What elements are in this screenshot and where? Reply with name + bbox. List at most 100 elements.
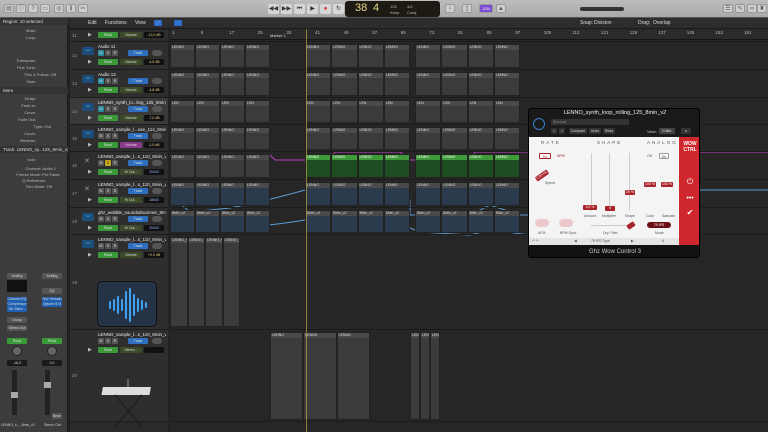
fast-forward-button[interactable]: ▶▶: [281, 4, 292, 14]
strip1-eq-thumbnail[interactable]: [7, 280, 27, 292]
record-enable-button[interactable]: R: [112, 160, 118, 166]
multiplier-value[interactable]: 5: [605, 206, 615, 211]
insp-curve[interactable]: Curve:: [2, 110, 66, 115]
region[interactable]: LEN: [441, 100, 468, 123]
prev-type-icon[interactable]: ◀: [574, 239, 577, 243]
region[interactable]: LENNO: [357, 154, 384, 178]
bypass-power-icon[interactable]: ⏻: [679, 177, 699, 187]
track-pan-knob[interactable]: [152, 78, 162, 84]
afm-toggle[interactable]: [535, 219, 549, 227]
automation-value[interactable]: 20000: [144, 169, 164, 175]
track-name[interactable]: LENNO_sample_l...s_110_8min_v2_3: [98, 237, 166, 242]
automation-value[interactable]: -4,8 dB: [144, 87, 164, 93]
track-button[interactable]: Track: [128, 338, 148, 344]
track-pan-knob[interactable]: [152, 160, 162, 166]
region[interactable]: LENNO: [170, 154, 195, 178]
region[interactable]: LENNO: [467, 44, 494, 68]
solo-button[interactable]: S: [105, 106, 111, 112]
automation-parameter[interactable]: Volume: [120, 142, 142, 148]
region[interactable]: LENNO: [441, 72, 468, 96]
region[interactable]: LENNO: [420, 332, 430, 420]
snap-select[interactable]: Division: [594, 20, 612, 26]
region[interactable]: LENNO: [170, 72, 195, 96]
region[interactable]: LENNO: [467, 72, 494, 96]
region[interactable]: LENNO: [441, 127, 468, 150]
automation-parameter[interactable]: Volume: [120, 252, 142, 258]
automation-mode[interactable]: Read: [98, 87, 118, 93]
record-enable-button[interactable]: R: [112, 216, 118, 222]
track-pan-knob[interactable]: [152, 133, 162, 139]
disclosure-icon[interactable]: ▶: [88, 115, 92, 121]
functions-menu[interactable]: Functions: [105, 20, 127, 26]
insp-icon[interactable]: Icon:: [2, 157, 66, 162]
region[interactable]: 8Min_v2: [467, 210, 494, 233]
region[interactable]: LENNO: [245, 44, 270, 68]
automation-mode[interactable]: Read: [98, 197, 118, 203]
automation-value[interactable]: 18600: [144, 197, 164, 203]
check-icon[interactable]: ✔: [679, 208, 699, 217]
region[interactable]: LEN: [170, 100, 195, 123]
automation-mode[interactable]: Read: [98, 347, 118, 353]
cpu-badge[interactable]: 1234: [479, 4, 493, 13]
amount-value[interactable]: 3,0 %: [583, 205, 597, 210]
automation-parameter[interactable]: Hi Cut...: [120, 197, 142, 203]
track-button[interactable]: Track: [128, 216, 148, 222]
disclosure-icon[interactable]: ▶: [88, 169, 92, 175]
amount-slider[interactable]: [591, 153, 592, 211]
mute-button[interactable]: M: [98, 106, 104, 112]
rate-hz-button[interactable]: Hz: [539, 153, 551, 159]
view-select[interactable]: Editor: [659, 128, 675, 134]
region[interactable]: LENNO: [331, 44, 358, 68]
region[interactable]: LENNO: [493, 127, 520, 150]
disclosure-icon[interactable]: ▶: [88, 32, 92, 38]
solo-button[interactable]: S: [105, 188, 111, 194]
region[interactable]: LENNO: [195, 72, 220, 96]
insp-delay[interactable]: Delay:: [2, 96, 66, 101]
region[interactable]: 8Min_v2: [493, 210, 520, 233]
shape-value[interactable]: 25 %: [625, 190, 635, 195]
solo-button[interactable]: S: [105, 243, 111, 249]
flex-toggle[interactable]: ⫶: [174, 20, 182, 26]
loop-browser-icon[interactable]: ∞: [747, 4, 757, 13]
insp-freeze[interactable]: Freeze Mode: Pre Fader: [2, 172, 66, 177]
mute-button[interactable]: M: [98, 78, 104, 84]
track-name[interactable]: Audio 13: [98, 72, 166, 77]
region[interactable]: LENNO: [336, 332, 370, 420]
mute-button[interactable]: M: [98, 188, 104, 194]
track-pan-knob[interactable]: [152, 50, 162, 56]
insp-fade-out[interactable]: Fade Out:: [2, 117, 66, 122]
record-enable-button[interactable]: R: [112, 50, 118, 56]
region[interactable]: LEN: [305, 100, 332, 123]
region[interactable]: LEN: [467, 100, 494, 123]
automation-value[interactable]: 20000: [144, 225, 164, 231]
region[interactable]: LEN: [383, 100, 410, 123]
disclosure-icon[interactable]: ▶: [88, 59, 92, 65]
region[interactable]: LENNO: [220, 44, 245, 68]
insp-type[interactable]: Type: Out: [2, 124, 66, 129]
playhead[interactable]: [306, 29, 307, 432]
automation-parameter[interactable]: Volume: [120, 87, 142, 93]
automation-value[interactable]: -1,5 dB: [144, 142, 164, 148]
strip1-setting[interactable]: Setting: [7, 273, 27, 279]
record-enable-button[interactable]: R: [112, 188, 118, 194]
region[interactable]: LENNO: [195, 127, 220, 150]
saturate-value[interactable]: 100 %: [661, 182, 673, 187]
region[interactable]: 8Min_v2: [245, 210, 270, 233]
mute-button[interactable]: M: [98, 216, 104, 222]
strip2-fader[interactable]: [44, 370, 51, 415]
metronome-icon[interactable]: ▲: [496, 4, 506, 13]
region[interactable]: LENNO: [170, 182, 195, 206]
region[interactable]: LENNO_sample_loop_rolling_125_8: [222, 237, 240, 327]
rewind-button[interactable]: ◀◀: [268, 4, 279, 14]
region[interactable]: LENNO: [270, 332, 304, 420]
region[interactable]: LENNO: [493, 182, 520, 206]
automation-mode[interactable]: Read: [98, 59, 118, 65]
insp-curve-2[interactable]: Curve:: [2, 131, 66, 136]
automation-parameter[interactable]: Hi Cut...: [120, 169, 142, 175]
region[interactable]: LENNO: [170, 127, 195, 150]
view-menu[interactable]: View: [135, 20, 146, 26]
solo-button[interactable]: S: [105, 338, 111, 344]
track-button[interactable]: Track: [128, 106, 148, 112]
region[interactable]: LENNO: [493, 154, 520, 178]
shape-slider[interactable]: [629, 153, 630, 211]
